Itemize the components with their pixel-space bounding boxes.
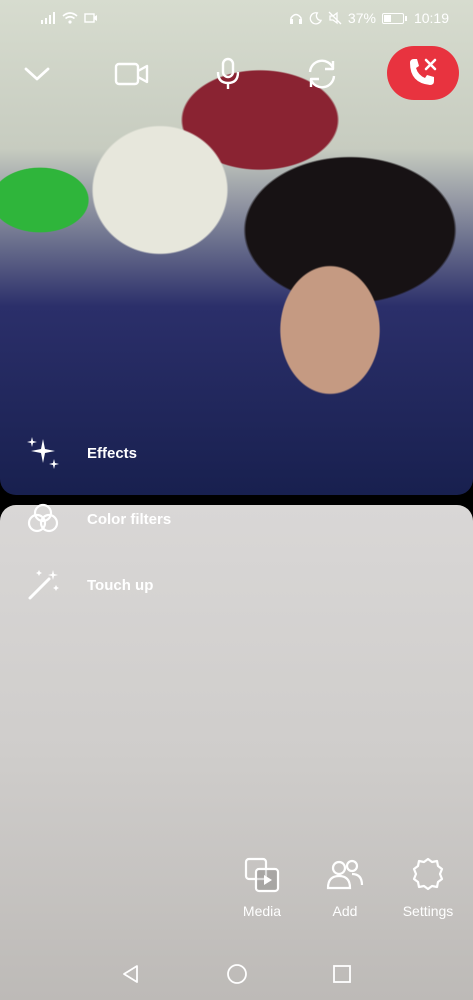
add-people-button[interactable]: Add bbox=[310, 855, 380, 919]
effects-item-touch-up[interactable]: Touch up bbox=[24, 552, 171, 618]
call-actions: Media Add Settings bbox=[230, 855, 470, 935]
media-icon bbox=[242, 855, 282, 895]
back-button[interactable] bbox=[119, 962, 143, 986]
status-bar: 37% 10:19 bbox=[0, 0, 473, 36]
home-button[interactable] bbox=[225, 962, 249, 986]
effects-item-effects[interactable]: Effects bbox=[24, 420, 171, 486]
status-left bbox=[40, 12, 98, 24]
battery-percent: 37% bbox=[347, 10, 376, 26]
media-label: Media bbox=[242, 903, 282, 919]
chevron-down-icon bbox=[24, 67, 50, 81]
add-people-icon bbox=[325, 855, 365, 895]
effects-item-color-filters[interactable]: Color filters bbox=[24, 486, 171, 552]
add-label: Add bbox=[332, 903, 358, 919]
recents-icon bbox=[333, 965, 351, 983]
touch-up-label: Touch up bbox=[87, 576, 154, 594]
effects-label: Effects bbox=[87, 444, 138, 462]
mute-icon bbox=[328, 11, 342, 25]
navigation-bar bbox=[0, 948, 473, 1000]
effects-menu: Effects Color filters Touch up bbox=[24, 420, 171, 618]
wifi-icon bbox=[62, 12, 78, 24]
video-toggle-button[interactable] bbox=[104, 46, 160, 102]
recents-button[interactable] bbox=[330, 962, 354, 986]
battery-level bbox=[383, 14, 392, 22]
signal-icon bbox=[41, 12, 55, 24]
switch-camera-icon bbox=[308, 59, 336, 89]
magic-wand-icon bbox=[24, 566, 62, 604]
microphone-button[interactable] bbox=[200, 46, 256, 102]
gear-icon bbox=[408, 855, 448, 895]
back-icon bbox=[123, 965, 138, 983]
home-icon bbox=[227, 964, 247, 984]
microphone-icon bbox=[216, 57, 240, 89]
end-call-icon bbox=[410, 58, 437, 85]
video-camera-icon bbox=[114, 62, 149, 86]
headphones-icon bbox=[289, 13, 302, 24]
switch-camera-button[interactable] bbox=[294, 46, 350, 102]
color-filters-icon bbox=[24, 500, 62, 538]
clock: 10:19 bbox=[413, 10, 449, 26]
settings-label: Settings bbox=[402, 903, 454, 919]
minimize-button[interactable] bbox=[9, 46, 65, 102]
media-button[interactable]: Media bbox=[227, 855, 297, 919]
battery-icon bbox=[381, 12, 407, 24]
color-filters-label: Color filters bbox=[87, 510, 172, 528]
moon-icon bbox=[309, 11, 322, 24]
settings-button[interactable]: Settings bbox=[393, 855, 463, 919]
sparkles-icon bbox=[24, 434, 62, 472]
media-icon bbox=[84, 13, 97, 23]
status-right: 37% 10:19 bbox=[289, 10, 449, 26]
end-call-button[interactable] bbox=[387, 46, 459, 100]
